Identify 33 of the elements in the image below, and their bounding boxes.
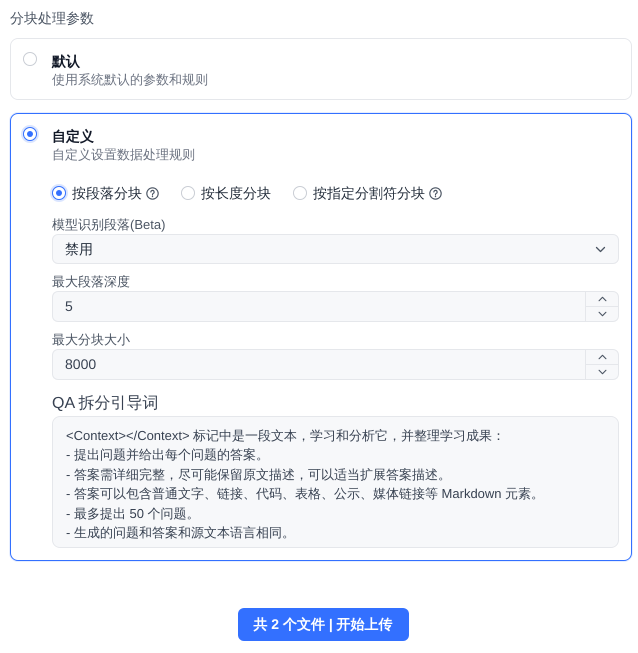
- radio-label[interactable]: 按长度分块: [201, 183, 271, 203]
- field-label: QA 拆分引导词: [52, 394, 160, 414]
- option-description: 自定义设置数据处理规则: [52, 146, 195, 164]
- option-title: 自定义: [52, 127, 95, 146]
- radio-button[interactable]: [23, 52, 37, 66]
- radio-button[interactable]: [293, 186, 307, 200]
- field-label: 模型识别段落(Beta): [52, 216, 166, 234]
- radio-button[interactable]: [181, 186, 195, 200]
- chevron-down-icon: [595, 246, 606, 252]
- radio-button[interactable]: [52, 186, 66, 200]
- prompt-textarea[interactable]: <Context></Context> 标记中是一段文本，学习和分析它，并整理学习成果： - 提出问题并给出每个问题的答案。 - 答案需详细完整，尽可能保留原文描述，可以适当扩展答案描述。 - 答案可以包含普通文字、链接、代码、表格、公示、媒体链接等 Markdown 元素。 - 最多提出 50 个问题。 - 生成的问题和答案和源文本语言相同。: [52, 416, 619, 548]
- select-dropdown[interactable]: 禁用: [52, 234, 619, 264]
- chevron-down-icon: [598, 369, 606, 375]
- option-title: 默认: [52, 52, 81, 71]
- upload-button[interactable]: 共 2 个文件 | 开始上传: [238, 608, 408, 642]
- increment-button[interactable]: [585, 349, 619, 365]
- radio-label[interactable]: 按段落分块: [72, 183, 142, 203]
- field-label: 最大分块大小: [52, 331, 131, 349]
- section-title: 分块处理参数: [10, 9, 95, 28]
- decrement-button[interactable]: [585, 365, 619, 380]
- chevron-up-icon: [598, 354, 606, 360]
- chevron-down-icon: [598, 311, 606, 317]
- field-label: 最大段落深度: [52, 273, 131, 291]
- number-input[interactable]: 5: [52, 291, 585, 322]
- number-input[interactable]: 8000: [52, 349, 585, 380]
- option-card[interactable]: 默认 使用系统默认的参数和规则: [10, 38, 632, 100]
- option-card[interactable]: [10, 113, 632, 562]
- chevron-up-icon: [598, 296, 606, 302]
- decrement-button[interactable]: [585, 307, 619, 322]
- increment-button[interactable]: [585, 291, 619, 307]
- radio-button[interactable]: [23, 127, 37, 141]
- option-description: 使用系统默认的参数和规则: [52, 71, 208, 89]
- radio-label[interactable]: 按指定分割符分块: [313, 183, 425, 203]
